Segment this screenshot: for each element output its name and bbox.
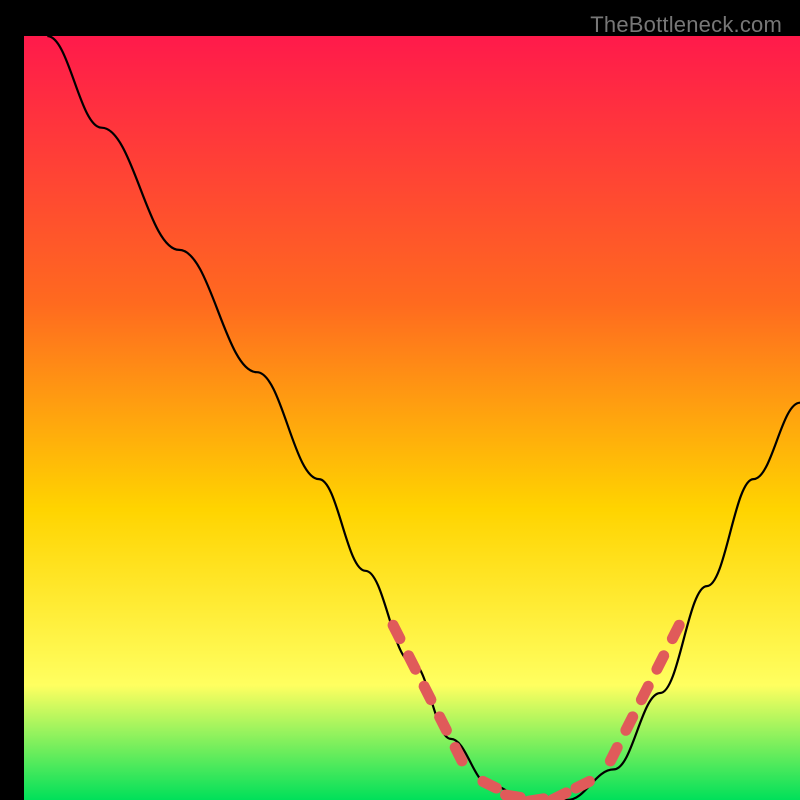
gradient-background [24, 36, 800, 800]
chart-svg [24, 36, 800, 800]
bottleneck-chart [24, 36, 800, 800]
chart-frame: TheBottleneck.com [12, 12, 788, 788]
watermark-text: TheBottleneck.com [590, 12, 782, 38]
